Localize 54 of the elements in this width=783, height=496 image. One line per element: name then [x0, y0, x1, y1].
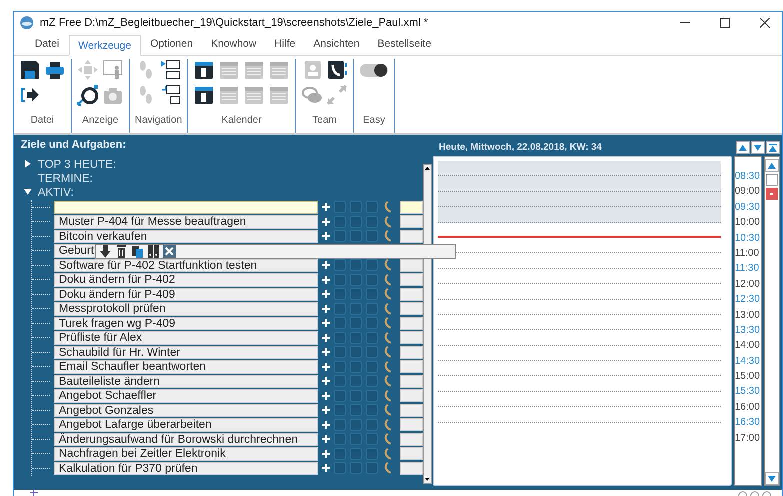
- time-label: 09:30: [735, 200, 761, 215]
- group-label: Anzeige: [82, 115, 119, 126]
- time-label: 14:00: [735, 339, 761, 354]
- time-label: 17:00: [735, 432, 761, 446]
- time-label: 11:30: [735, 262, 760, 276]
- time-label: 14:30: [735, 354, 761, 369]
- group-label: Easy: [363, 115, 386, 126]
- task-field[interactable]: Angebot Gonzales: [54, 404, 318, 417]
- task-field[interactable]: Kalkulation für P370 prüfen: [54, 462, 318, 475]
- time-label: 11:00: [735, 246, 760, 261]
- ribbon-tab[interactable]: Ansichten: [304, 34, 369, 55]
- ribbon-tab[interactable]: Datei: [26, 34, 69, 55]
- time-label: 16:30: [735, 416, 761, 430]
- task-field[interactable]: Software für P-402 Startfunktion testen: [54, 258, 318, 272]
- ribbon-tab[interactable]: Optionen: [141, 34, 202, 55]
- tree-heading[interactable]: TERMINE:: [38, 173, 93, 185]
- task-field[interactable]: Angebot Schaeffler: [54, 389, 318, 402]
- ribbon-tab[interactable]: Bestellseite: [368, 34, 440, 55]
- group-label: Team: [312, 115, 337, 126]
- calendar-date: Heute, Mittwoch, 22.08.2018, KW: 34: [438, 142, 603, 153]
- ribbon-tab[interactable]: Hilfe: [266, 34, 305, 55]
- task-field[interactable]: Email Schaufler beantworten: [54, 360, 318, 374]
- time-label: 08:30: [735, 170, 761, 184]
- time-label: 15:00: [735, 370, 761, 384]
- time-label: 13:30: [735, 324, 761, 338]
- time-label: 09:00: [735, 185, 761, 200]
- time-label: 16:00: [735, 400, 761, 415]
- group-label: Navigation: [135, 115, 182, 126]
- group-label: Kalender: [222, 115, 262, 126]
- task-field[interactable]: Muster P-404 für Messe beauftragen: [54, 215, 318, 228]
- task-field[interactable]: Nachfragen bei Zeitler Elektronik: [54, 447, 318, 460]
- task-field[interactable]: Schaubild für Hr. Winter: [54, 346, 318, 359]
- time-label: 12:30: [735, 293, 761, 308]
- ribbon-tab[interactable]: Knowhow: [202, 34, 266, 55]
- tree-heading[interactable]: TOP 3 HEUTE:: [38, 159, 116, 171]
- time-label: 12:00: [735, 278, 761, 292]
- task-field[interactable]: Bauteileliste ändern: [54, 374, 318, 388]
- time-label: 13:00: [735, 308, 761, 323]
- task-field[interactable]: Doku ändern für P-402: [54, 273, 318, 286]
- window-title: mZ Free D:\mZ_Begleitbuecher_19\Quickstart_19\screenshots\Ziele_Paul.xml *: [40, 17, 430, 29]
- time-label: 10:00: [735, 216, 761, 230]
- task-field[interactable]: Messprotokoll prüfen: [54, 302, 318, 316]
- task-field[interactable]: Angebot Lafarge überarbeiten: [54, 418, 318, 432]
- task-field[interactable]: Bitcoin verkaufen: [54, 230, 318, 243]
- tree-heading[interactable]: AKTIV:: [38, 187, 74, 199]
- task-field[interactable]: Änderungsaufwand für Borowski durchrechnen: [54, 432, 318, 446]
- ribbon-tab[interactable]: Werkzeuge: [68, 35, 142, 56]
- panel-title: Ziele und Aufgaben:: [20, 139, 128, 153]
- task-field[interactable]: Turek fragen wg P-409: [54, 316, 318, 330]
- task-field[interactable]: Prüfliste für Alex: [54, 331, 318, 344]
- task-field[interactable]: Doku ändern für P-409: [54, 288, 318, 301]
- time-label: 10:30: [735, 232, 761, 246]
- time-label: 15:30: [735, 385, 761, 400]
- group-label: Datei: [30, 115, 54, 126]
